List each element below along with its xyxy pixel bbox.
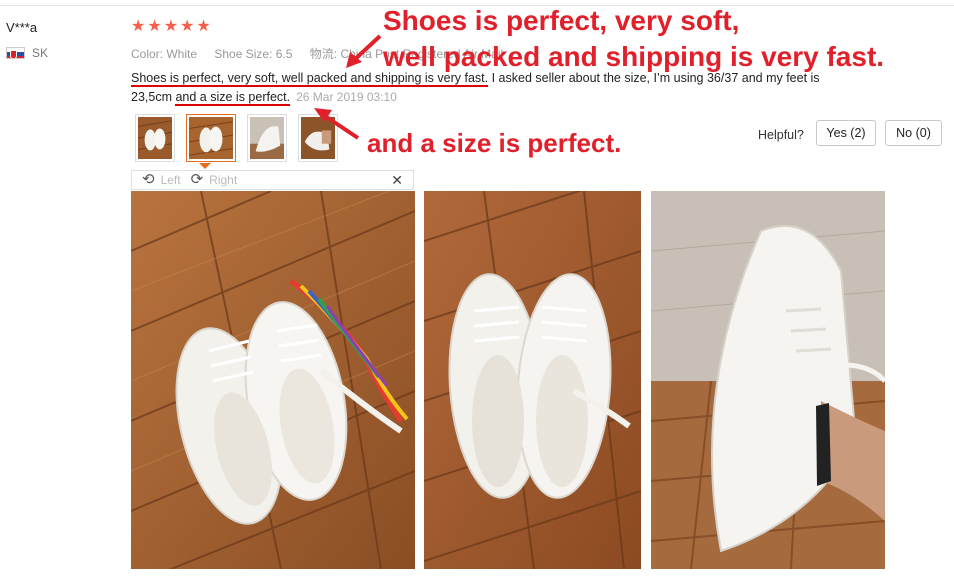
arrow-to-highlight-2 [320, 112, 360, 140]
annotation-arrows [314, 34, 382, 140]
